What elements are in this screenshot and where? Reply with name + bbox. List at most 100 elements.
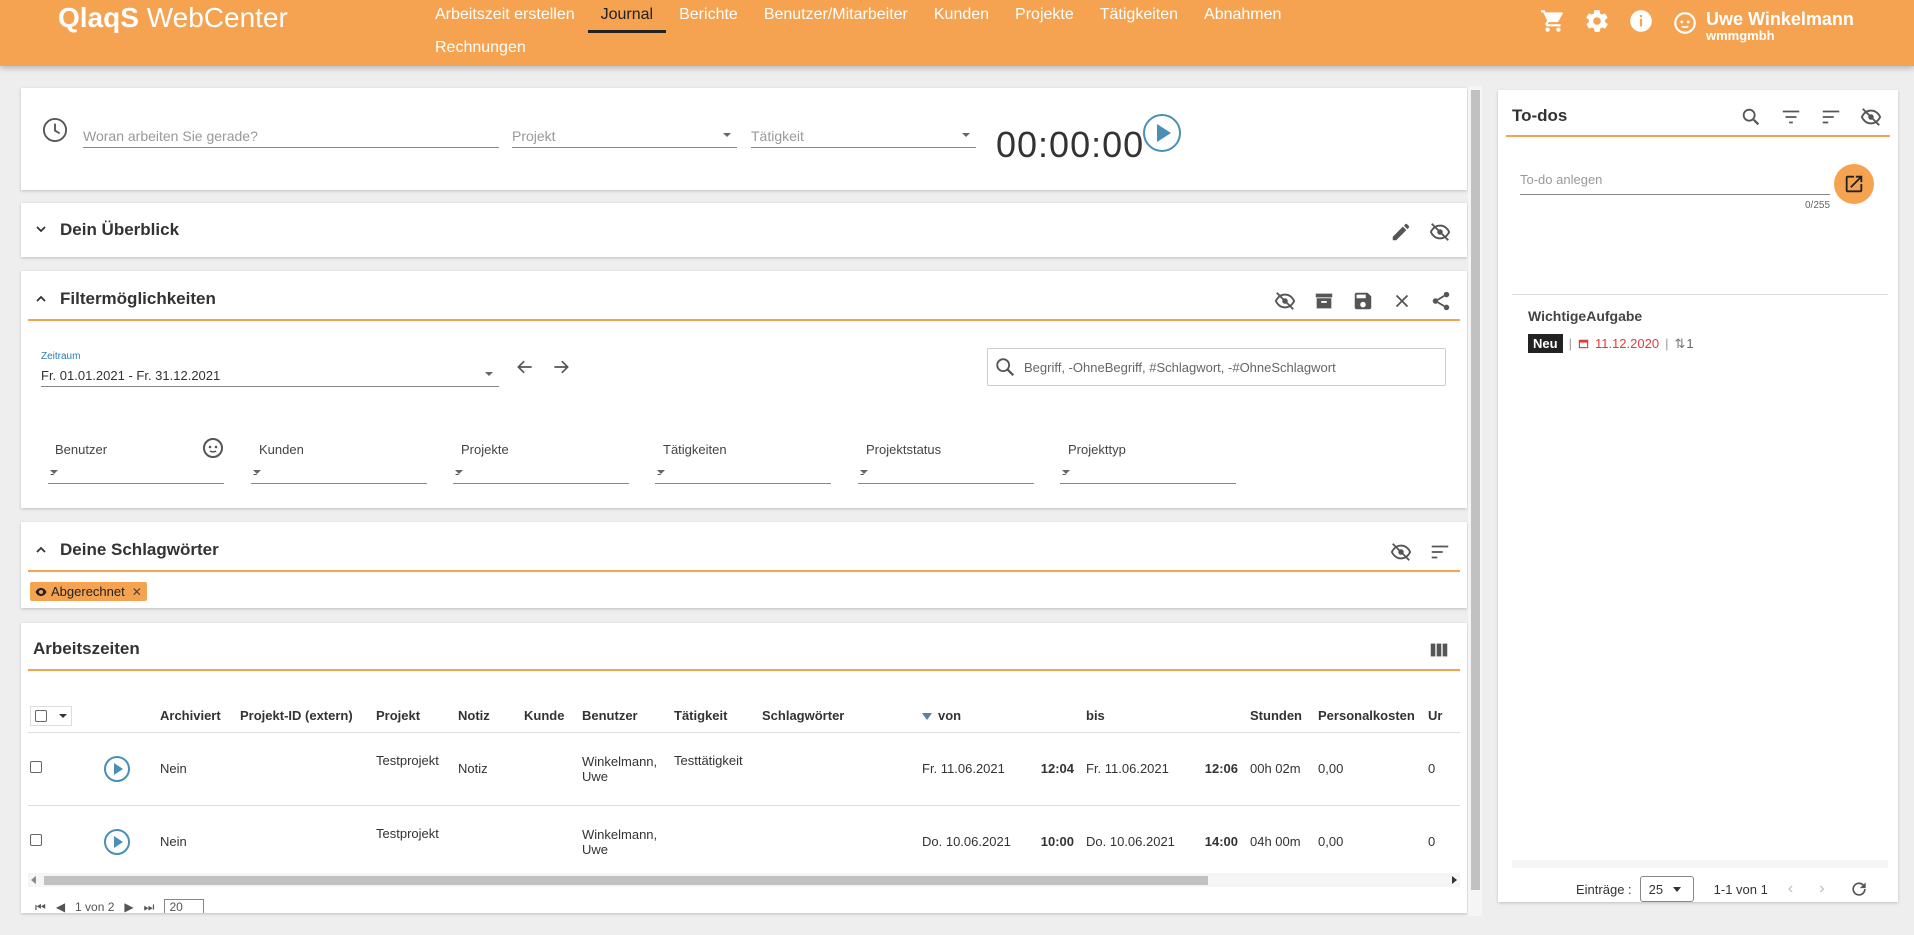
filter-select-projekte[interactable]: - xyxy=(453,452,629,484)
visibility-off-icon[interactable] xyxy=(1390,541,1412,563)
col-schlagwoerter[interactable]: Schlagwörter xyxy=(756,700,916,733)
nav-arbeitszeit-erstellen[interactable]: Arbeitszeit erstellen xyxy=(422,0,588,33)
next-page-icon[interactable]: › xyxy=(1819,880,1824,898)
table-header-row: Archiviert Projekt-ID (extern) Projekt N… xyxy=(28,700,1460,733)
row-checkbox[interactable] xyxy=(30,834,42,846)
table-row[interactable]: Nein Testprojekt Winkelmann, Uwe Do. 10.… xyxy=(28,805,1460,879)
share-icon[interactable] xyxy=(1430,290,1452,312)
main-vertical-scrollbar[interactable] xyxy=(1468,86,1482,916)
todo-char-counter: 0/255 xyxy=(1805,200,1831,211)
gear-icon[interactable] xyxy=(1584,8,1610,34)
tag-chip-abgerechnet[interactable]: Abgerechnet ✕ xyxy=(30,582,147,601)
filter-select-kunden[interactable]: - xyxy=(251,452,427,484)
select-all-cell[interactable] xyxy=(28,700,84,733)
info-icon[interactable] xyxy=(1628,8,1654,34)
arrow-forward-icon[interactable] xyxy=(551,357,571,377)
select-menu-caret-icon[interactable] xyxy=(59,713,67,718)
create-todo-button[interactable] xyxy=(1834,164,1874,204)
close-icon[interactable] xyxy=(1391,290,1413,312)
nav-rechnungen[interactable]: Rechnungen xyxy=(422,33,539,66)
todo-list-divider xyxy=(1512,294,1888,295)
cell-extra: 0 xyxy=(1422,732,1460,806)
cell-customer xyxy=(518,805,576,879)
filter-select-projekttyp[interactable]: - xyxy=(1060,452,1236,484)
search-icon[interactable] xyxy=(1740,106,1762,128)
play-icon[interactable] xyxy=(104,755,130,782)
activity-select[interactable]: Tätigkeit xyxy=(751,120,976,148)
next-page-icon[interactable]: ▶ xyxy=(124,900,133,913)
col-von[interactable]: von xyxy=(916,700,1032,733)
col-projekt-id[interactable]: Projekt-ID (extern) xyxy=(234,700,370,733)
col-taetigkeit[interactable]: Tätigkeit xyxy=(668,700,756,733)
col-personalkosten[interactable]: Personalkosten xyxy=(1312,700,1422,733)
col-notiz[interactable]: Notiz xyxy=(452,700,518,733)
row-checkbox[interactable] xyxy=(30,761,42,773)
scrollbar-thumb[interactable] xyxy=(44,876,1208,885)
col-projekt[interactable]: Projekt xyxy=(370,700,452,733)
nav-berichte[interactable]: Berichte xyxy=(666,0,751,33)
sort-icon[interactable] xyxy=(1429,541,1451,563)
play-icon[interactable] xyxy=(104,828,130,855)
col-archiviert[interactable]: Archiviert xyxy=(154,700,234,733)
first-page-icon[interactable]: ⏮ xyxy=(35,900,46,914)
table-horizontal-scrollbar[interactable] xyxy=(28,873,1460,887)
todo-item-title[interactable]: WichtigeAufgabe xyxy=(1528,308,1642,324)
filter-icon[interactable] xyxy=(1780,106,1802,128)
eye-icon[interactable] xyxy=(35,586,47,598)
nav-taetigkeiten[interactable]: Tätigkeiten xyxy=(1087,0,1191,33)
visibility-off-icon[interactable] xyxy=(1429,221,1451,243)
sort-icon[interactable] xyxy=(1820,106,1842,128)
filter-select-taetigkeiten[interactable]: - xyxy=(655,452,831,484)
app-logo[interactable]: QlaqS WebCenter xyxy=(58,2,288,34)
cell-project: Testprojekt xyxy=(370,805,452,879)
filter-select-projektstatus[interactable]: - xyxy=(858,452,1034,484)
last-page-icon[interactable]: ⏭ xyxy=(144,900,155,914)
journal-search-input[interactable]: Begriff, -OhneBegriff, #Schlagwort, -#Oh… xyxy=(987,348,1446,386)
filter-select-benutzer[interactable]: - xyxy=(48,452,224,484)
table-row[interactable]: Nein Testprojekt Notiz Winkelmann, Uwe T… xyxy=(28,732,1460,806)
scroll-left-icon[interactable] xyxy=(31,876,36,884)
nav-abnahmen[interactable]: Abnahmen xyxy=(1191,0,1294,33)
nav-benutzer[interactable]: Benutzer/Mitarbeiter xyxy=(751,0,921,33)
entries-select[interactable]: 25 xyxy=(1639,876,1694,902)
user-menu[interactable]: Uwe Winkelmann wmmgmbh xyxy=(1672,10,1854,43)
save-icon[interactable] xyxy=(1352,290,1374,312)
select-all-checkbox[interactable] xyxy=(35,709,47,722)
cell-to-time: 14:00 xyxy=(1196,805,1244,879)
view-column-icon[interactable] xyxy=(1428,639,1450,661)
col-bis[interactable]: bis xyxy=(1080,700,1196,733)
col-stunden[interactable]: Stunden xyxy=(1244,700,1312,733)
prev-page-icon[interactable]: ◀ xyxy=(56,900,65,913)
page-size-select[interactable]: 20 xyxy=(164,899,204,913)
prev-page-icon[interactable]: ‹ xyxy=(1788,880,1793,898)
refresh-icon[interactable] xyxy=(1849,879,1869,899)
archive-icon[interactable] xyxy=(1313,290,1335,312)
col-kunde[interactable]: Kunde xyxy=(518,700,576,733)
visibility-off-icon[interactable] xyxy=(1860,106,1882,128)
col-ur[interactable]: Ur xyxy=(1422,700,1460,733)
scroll-right-icon[interactable] xyxy=(1452,876,1457,884)
cart-icon[interactable] xyxy=(1540,8,1566,34)
todo-subtask-count: 1 xyxy=(1686,336,1694,351)
nav-projekte[interactable]: Projekte xyxy=(1002,0,1087,33)
chip-remove-icon[interactable]: ✕ xyxy=(132,585,142,599)
visibility-off-icon[interactable] xyxy=(1274,290,1296,312)
todo-input[interactable]: To-do anlegen xyxy=(1520,168,1830,195)
nav-journal[interactable]: Journal xyxy=(587,0,667,33)
chevron-up-icon[interactable] xyxy=(35,293,47,305)
vscroll-thumb[interactable] xyxy=(1471,90,1480,890)
start-timer-button[interactable] xyxy=(1143,114,1181,152)
tags-title: Deine Schlagwörter xyxy=(60,540,219,559)
col-benutzer[interactable]: Benutzer xyxy=(576,700,668,733)
chevron-up-icon[interactable] xyxy=(35,544,47,556)
nav-kunden[interactable]: Kunden xyxy=(921,0,1002,33)
todo-item-meta: Neu | 11.12.2020 | ⇅ 1 xyxy=(1528,334,1694,353)
todo-horizontal-scrollbar[interactable] xyxy=(1512,860,1888,868)
chevron-down-icon[interactable] xyxy=(35,223,47,235)
edit-icon[interactable] xyxy=(1390,221,1412,243)
task-input[interactable]: Woran arbeiten Sie gerade? xyxy=(83,120,499,148)
period-select[interactable]: Fr. 01.01.2021 - Fr. 31.12.2021 xyxy=(41,359,499,387)
filter-title: Filtermöglichkeiten xyxy=(60,289,216,308)
project-select[interactable]: Projekt xyxy=(512,120,737,148)
arrow-back-icon[interactable] xyxy=(515,357,535,377)
